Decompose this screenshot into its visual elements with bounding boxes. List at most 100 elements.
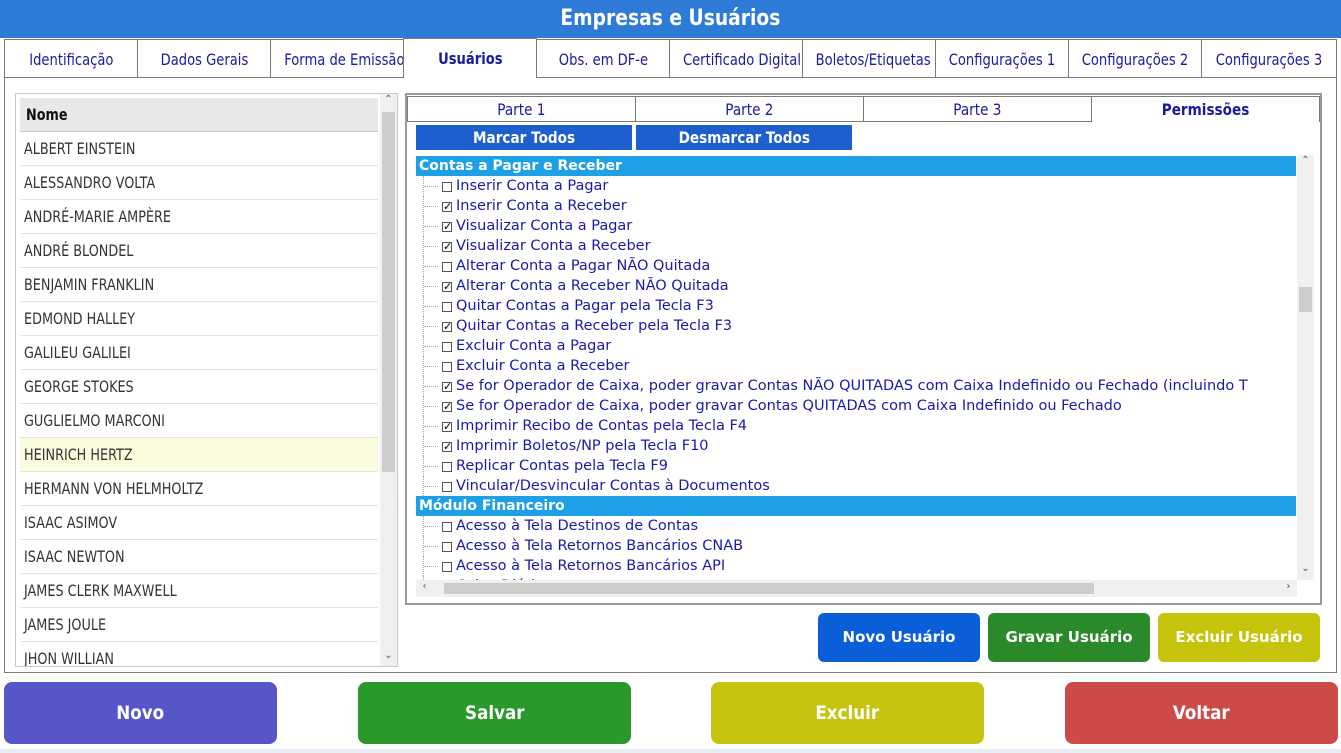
delete-button[interactable]: Excluir	[711, 682, 984, 744]
checkbox-checked-icon[interactable]: ✓	[442, 201, 452, 212]
subtab-parte-1[interactable]: Parte 1	[407, 96, 636, 122]
user-list-item[interactable]: HEINRICH HERTZ	[20, 438, 378, 472]
permission-item[interactable]: Vincular/Desvincular Contas à Documentos	[416, 476, 1296, 496]
permission-item[interactable]: ✓ Inserir Conta a Receber	[416, 196, 1296, 216]
user-list-scrollbar[interactable]: ⌃ ⌄	[380, 94, 397, 666]
scroll-down-icon[interactable]: ⌄	[380, 650, 397, 661]
tree-connector	[423, 276, 442, 296]
user-list-item[interactable]: JHON WILLIAN	[20, 642, 378, 666]
user-list-item[interactable]: ANDRÉ BLONDEL	[20, 234, 378, 268]
checkbox-unchecked-icon[interactable]	[442, 262, 452, 272]
checkbox-unchecked-icon[interactable]	[442, 542, 452, 552]
user-list-item[interactable]: JAMES JOULE	[20, 608, 378, 642]
tab-identifica-o[interactable]: Identificação	[4, 39, 138, 77]
tree-connector	[423, 216, 442, 236]
user-list-item[interactable]: BENJAMIN FRANKLIN	[20, 268, 378, 302]
scroll-up-icon[interactable]: ⌃	[380, 94, 397, 105]
permission-item[interactable]: ✓ Quitar Contas a Receber pela Tecla F3	[416, 316, 1296, 336]
user-list-item[interactable]: ALESSANDRO VOLTA	[20, 166, 378, 200]
user-list-item[interactable]: ALBERT EINSTEIN	[20, 132, 378, 166]
checkbox-unchecked-icon[interactable]	[442, 462, 452, 472]
user-list-item[interactable]: ISAAC ASIMOV	[20, 506, 378, 540]
tab-obs-em-df-e[interactable]: Obs. em DF-e	[536, 39, 670, 77]
permission-item[interactable]: Excluir Conta a Receber	[416, 356, 1296, 376]
checkbox-checked-icon[interactable]: ✓	[442, 321, 452, 332]
user-list-item[interactable]: ISAAC NEWTON	[20, 540, 378, 574]
tree-connector	[423, 336, 442, 356]
scroll-right-icon[interactable]: ›	[1280, 581, 1297, 592]
user-list-item[interactable]: GEORGE STOKES	[20, 370, 378, 404]
save-button[interactable]: Salvar	[358, 682, 631, 744]
permission-item[interactable]: ✓ Se for Operador de Caixa, poder gravar …	[416, 396, 1296, 416]
user-list[interactable]: Nome ALBERT EINSTEIN ALESSANDRO VOLTA ANDR…	[15, 93, 398, 667]
permission-item[interactable]: ✓ Visualizar Conta a Pagar	[416, 216, 1296, 236]
save-user-button[interactable]: Gravar Usuário	[988, 613, 1150, 662]
window-title: Empresas e Usuários	[0, 0, 1341, 38]
permission-vertical-scrollbar[interactable]: ⌃ ⌄	[1297, 155, 1314, 580]
permission-item[interactable]: Quitar Contas a Pagar pela Tecla F3	[416, 296, 1296, 316]
unmark-all-button[interactable]: Desmarcar Todos	[636, 125, 852, 150]
user-list-item[interactable]: HERMANN VON HELMHOLTZ	[20, 472, 378, 506]
checkbox-unchecked-icon[interactable]	[442, 182, 452, 192]
permission-item[interactable]: Excluir Conta a Pagar	[416, 336, 1296, 356]
permission-item[interactable]: Inserir Conta a Pagar	[416, 176, 1296, 196]
permission-item[interactable]: Alterar Conta a Pagar NÃO Quitada	[416, 256, 1296, 276]
checkbox-unchecked-icon[interactable]	[442, 302, 452, 312]
back-button[interactable]: Voltar	[1065, 682, 1338, 744]
user-list-item[interactable]: JAMES CLERK MAXWELL	[20, 574, 378, 608]
delete-user-button[interactable]: Excluir Usuário	[1158, 613, 1320, 662]
scrollbar-thumb[interactable]	[444, 583, 1094, 594]
permission-item[interactable]: ✓ Imprimir Boletos/NP pela Tecla F10	[416, 436, 1296, 456]
checkbox-unchecked-icon[interactable]	[442, 562, 452, 572]
subtab-parte-3[interactable]: Parte 3	[863, 96, 1092, 122]
permission-horizontal-scrollbar[interactable]: ‹ ›	[416, 580, 1297, 597]
tab-usu-rios[interactable]: Usuários	[403, 38, 537, 78]
permission-item[interactable]: ✓ Visualizar Conta a Receber	[416, 236, 1296, 256]
subtab-parte-2[interactable]: Parte 2	[635, 96, 864, 122]
permission-item[interactable]: ✓ Se for Operador de Caixa, poder gravar …	[416, 376, 1296, 396]
tab-certificado-digital[interactable]: Certificado Digital	[669, 39, 803, 77]
checkbox-checked-icon[interactable]: ✓	[442, 421, 452, 432]
permission-item[interactable]: Acesso à Tela Retornos Bancários CNAB	[416, 536, 1296, 556]
checkbox-unchecked-icon[interactable]	[442, 482, 452, 492]
permission-item[interactable]: ✓ Imprimir Recibo de Contas pela Tecla F4	[416, 416, 1296, 436]
checkbox-unchecked-icon[interactable]	[442, 522, 452, 532]
permission-item[interactable]: Replicar Contas pela Tecla F9	[416, 456, 1296, 476]
new-user-button[interactable]: Novo Usuário	[818, 613, 980, 662]
scrollbar-thumb[interactable]	[1299, 287, 1312, 312]
permission-item[interactable]: Acesso à Tela Retornos Bancários API	[416, 556, 1296, 576]
user-list-item[interactable]: GALILEU GALILEI	[20, 336, 378, 370]
user-list-item[interactable]: EDMOND HALLEY	[20, 302, 378, 336]
checkbox-unchecked-icon[interactable]	[442, 362, 452, 372]
tab-configura-es-1[interactable]: Configurações 1	[935, 39, 1069, 77]
permission-tree[interactable]: Contas a Pagar e Receber Inserir Conta a …	[416, 155, 1296, 580]
tab-dados-gerais[interactable]: Dados Gerais	[137, 39, 271, 77]
checkbox-checked-icon[interactable]: ✓	[442, 281, 452, 292]
subtab-permiss-es[interactable]: Permissões	[1091, 96, 1320, 122]
user-list-item[interactable]: ANDRÉ-MARIE AMPÈRE	[20, 200, 378, 234]
checkbox-checked-icon[interactable]: ✓	[442, 441, 452, 452]
permission-label: Acesso à Tela Retornos Bancários CNAB	[456, 538, 744, 554]
scroll-down-icon[interactable]: ⌄	[1297, 563, 1314, 574]
checkbox-checked-icon[interactable]: ✓	[442, 401, 452, 412]
mark-all-button[interactable]: Marcar Todos	[416, 125, 632, 150]
checkbox-checked-icon[interactable]: ✓	[442, 381, 452, 392]
user-list-item[interactable]: GUGLIELMO MARCONI	[20, 404, 378, 438]
permission-item[interactable]: ✓ Alterar Conta a Receber NÃO Quitada	[416, 276, 1296, 296]
tab-forma-de-emiss-o[interactable]: Forma de Emissão	[270, 39, 404, 77]
new-button[interactable]: Novo	[4, 682, 277, 744]
tab-configura-es-2[interactable]: Configurações 2	[1068, 39, 1202, 77]
checkbox-unchecked-icon[interactable]	[442, 342, 452, 352]
permission-item[interactable]: Acesso à Tela Destinos de Contas	[416, 516, 1296, 536]
scrollbar-thumb[interactable]	[382, 112, 395, 472]
tab-configura-es-3[interactable]: Configurações 3	[1201, 39, 1337, 77]
scroll-left-icon[interactable]: ‹	[416, 581, 433, 592]
permission-label: Acesso à Tela Destinos de Contas	[456, 518, 699, 534]
permission-label: Alterar Conta a Pagar NÃO Quitada	[456, 258, 711, 274]
checkbox-checked-icon[interactable]: ✓	[442, 241, 452, 252]
scroll-up-icon[interactable]: ⌃	[1297, 155, 1314, 166]
tab-boletos-etiquetas[interactable]: Boletos/Etiquetas	[802, 39, 936, 77]
user-list-header[interactable]: Nome	[20, 98, 378, 132]
checkbox-checked-icon[interactable]: ✓	[442, 221, 452, 232]
main-tab-bar: Identificação Dados Gerais Forma de Emissã…	[4, 38, 1337, 78]
